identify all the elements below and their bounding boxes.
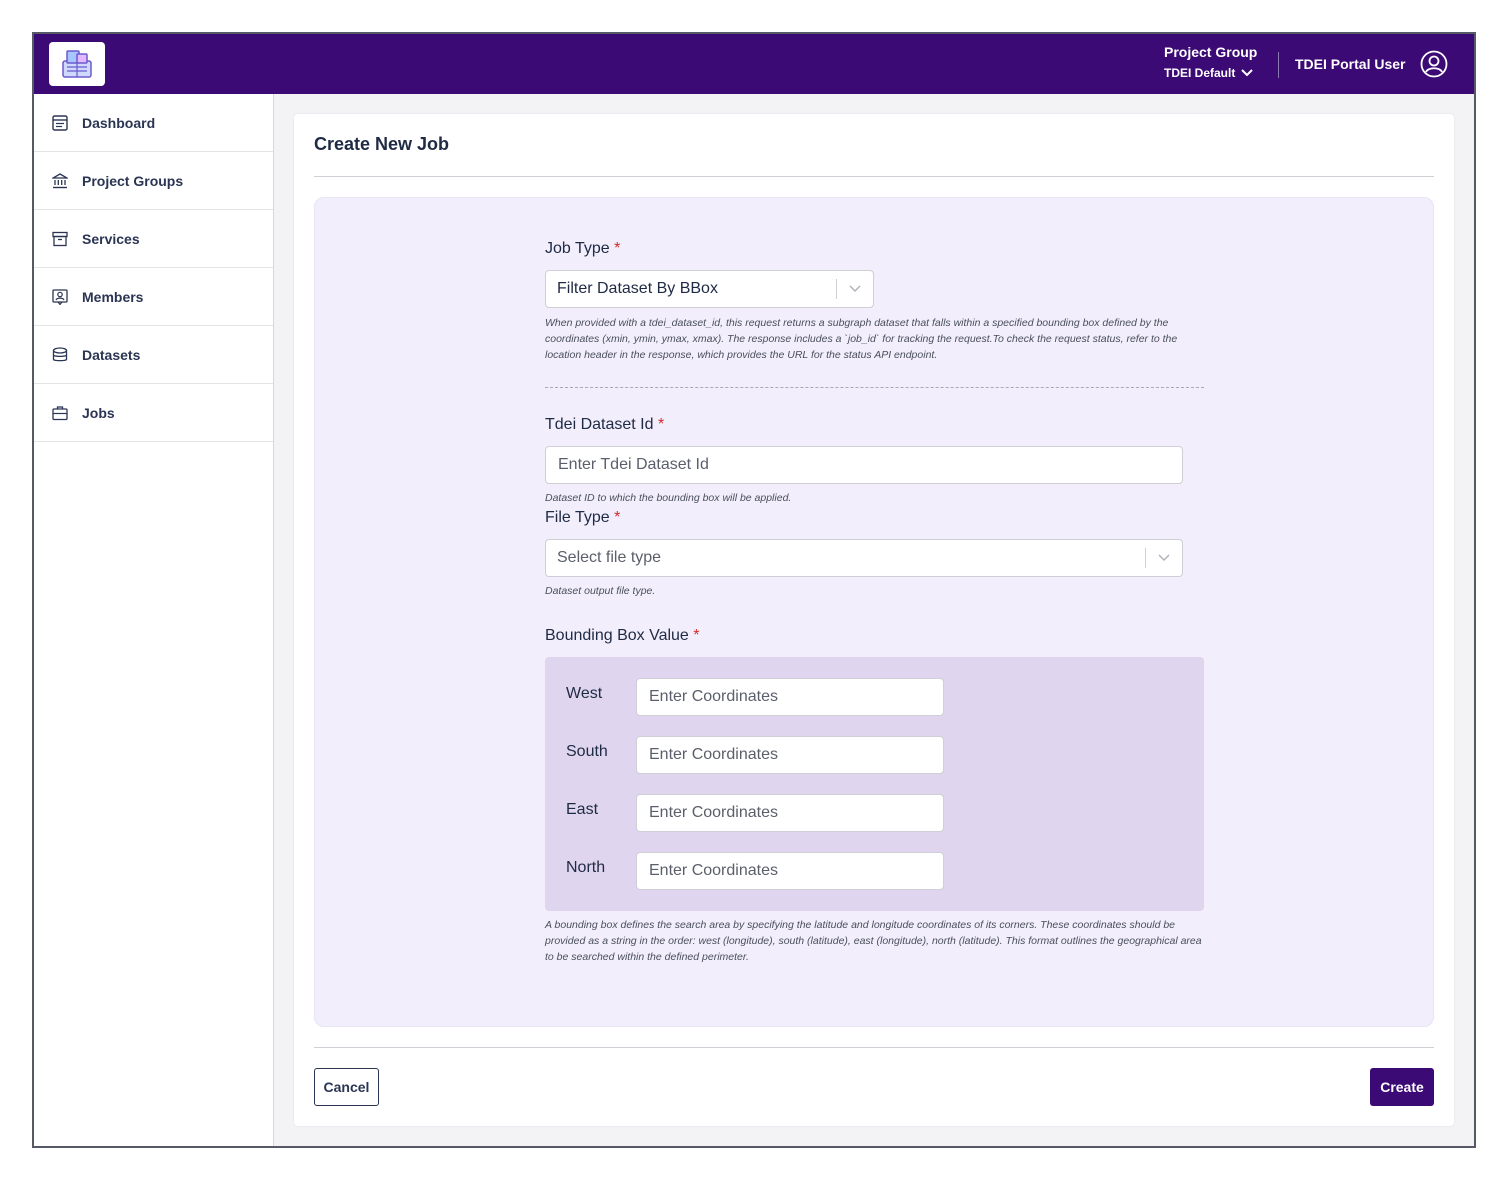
- sidebar-item-services[interactable]: Services: [34, 210, 273, 268]
- required-mark: *: [693, 627, 700, 644]
- sidebar-item-label: Dashboard: [82, 114, 156, 131]
- footer-divider: [314, 1047, 1434, 1048]
- project-group-value: TDEI Default: [1164, 66, 1236, 80]
- chevron-down-icon[interactable]: [1146, 554, 1182, 562]
- sidebar-item-label: Project Groups: [82, 172, 184, 189]
- dataset-id-input[interactable]: Enter Tdei Dataset Id: [545, 446, 1183, 484]
- sidebar-item-label: Datasets: [82, 346, 141, 363]
- job-type-help: When provided with a tdei_dataset_id, th…: [545, 317, 1178, 361]
- east-label: East: [566, 801, 599, 818]
- sidebar-item-members[interactable]: Members: [34, 268, 273, 326]
- app-logo[interactable]: [49, 42, 105, 86]
- logo-icon: [62, 50, 92, 78]
- dashboard-icon: [52, 114, 68, 131]
- create-button[interactable]: Create: [1370, 1068, 1434, 1106]
- job-form: Job Type * Filter Dataset By BBox When p…: [314, 197, 1434, 1027]
- file-type-help: Dataset output file type.: [545, 585, 656, 597]
- sidebar-item-label: Services: [82, 230, 140, 247]
- west-label: West: [566, 685, 603, 702]
- east-input[interactable]: Enter Coordinates: [636, 794, 944, 832]
- section-divider: [545, 387, 1204, 388]
- member-icon: [52, 288, 68, 305]
- job-type-label: Job Type *: [545, 240, 621, 257]
- north-input[interactable]: Enter Coordinates: [636, 852, 944, 890]
- create-job-card: Create New Job Job Type * Filter Dataset…: [294, 114, 1454, 1126]
- sidebar-item-label: Jobs: [82, 404, 115, 421]
- file-type-select[interactable]: Select file type: [545, 539, 1183, 577]
- sidebar-item-project-groups[interactable]: Project Groups: [34, 152, 273, 210]
- file-type-placeholder: Select file type: [557, 549, 662, 566]
- south-label: South: [566, 743, 608, 760]
- header-divider: [1278, 52, 1279, 78]
- dataset-id-label: Tdei Dataset Id *: [545, 416, 665, 433]
- title-divider: [314, 176, 1434, 177]
- chevron-down-icon: [1241, 69, 1254, 77]
- user-avatar-icon[interactable]: [1420, 50, 1448, 83]
- top-bar: Project Group TDEI Default TDEI Portal U…: [34, 34, 1474, 94]
- sidebar-item-jobs[interactable]: Jobs: [34, 384, 273, 442]
- north-label: North: [566, 859, 606, 876]
- required-mark: *: [657, 416, 665, 433]
- required-mark: *: [614, 509, 621, 526]
- south-input[interactable]: Enter Coordinates: [636, 736, 944, 774]
- dataset-id-help: Dataset ID to which the bounding box wil…: [545, 492, 792, 504]
- briefcase-icon: [52, 405, 68, 420]
- bbox-panel: West Enter Coordinates South Enter Coord…: [545, 657, 1204, 911]
- database-icon: [52, 346, 68, 361]
- project-group-label: Project Group: [1164, 44, 1258, 60]
- cancel-button[interactable]: Cancel: [314, 1068, 379, 1106]
- bbox-label: Bounding Box Value *: [545, 627, 700, 644]
- user-name[interactable]: TDEI Portal User: [1295, 56, 1405, 72]
- job-type-select[interactable]: Filter Dataset By BBox: [545, 270, 874, 308]
- required-mark: *: [614, 240, 621, 257]
- sidebar-item-datasets[interactable]: Datasets: [34, 326, 273, 384]
- sidebar-item-label: Members: [82, 288, 144, 305]
- app-window: Project Group TDEI Default TDEI Portal U…: [32, 32, 1476, 1148]
- file-type-label: File Type *: [545, 509, 621, 526]
- bbox-help: A bounding box defines the search area b…: [545, 919, 1202, 963]
- bank-icon: [52, 172, 68, 188]
- sidebar-item-dashboard[interactable]: Dashboard: [34, 94, 273, 152]
- west-input[interactable]: Enter Coordinates: [636, 678, 944, 716]
- archive-icon: [52, 231, 68, 246]
- job-type-value: Filter Dataset By BBox: [557, 280, 718, 297]
- sidebar: Dashboard Project Groups Services Member…: [34, 94, 274, 1146]
- chevron-down-icon[interactable]: [837, 285, 873, 293]
- project-group-selector[interactable]: Project Group TDEI Default: [1164, 44, 1257, 80]
- page-title: Create New Job: [314, 134, 450, 154]
